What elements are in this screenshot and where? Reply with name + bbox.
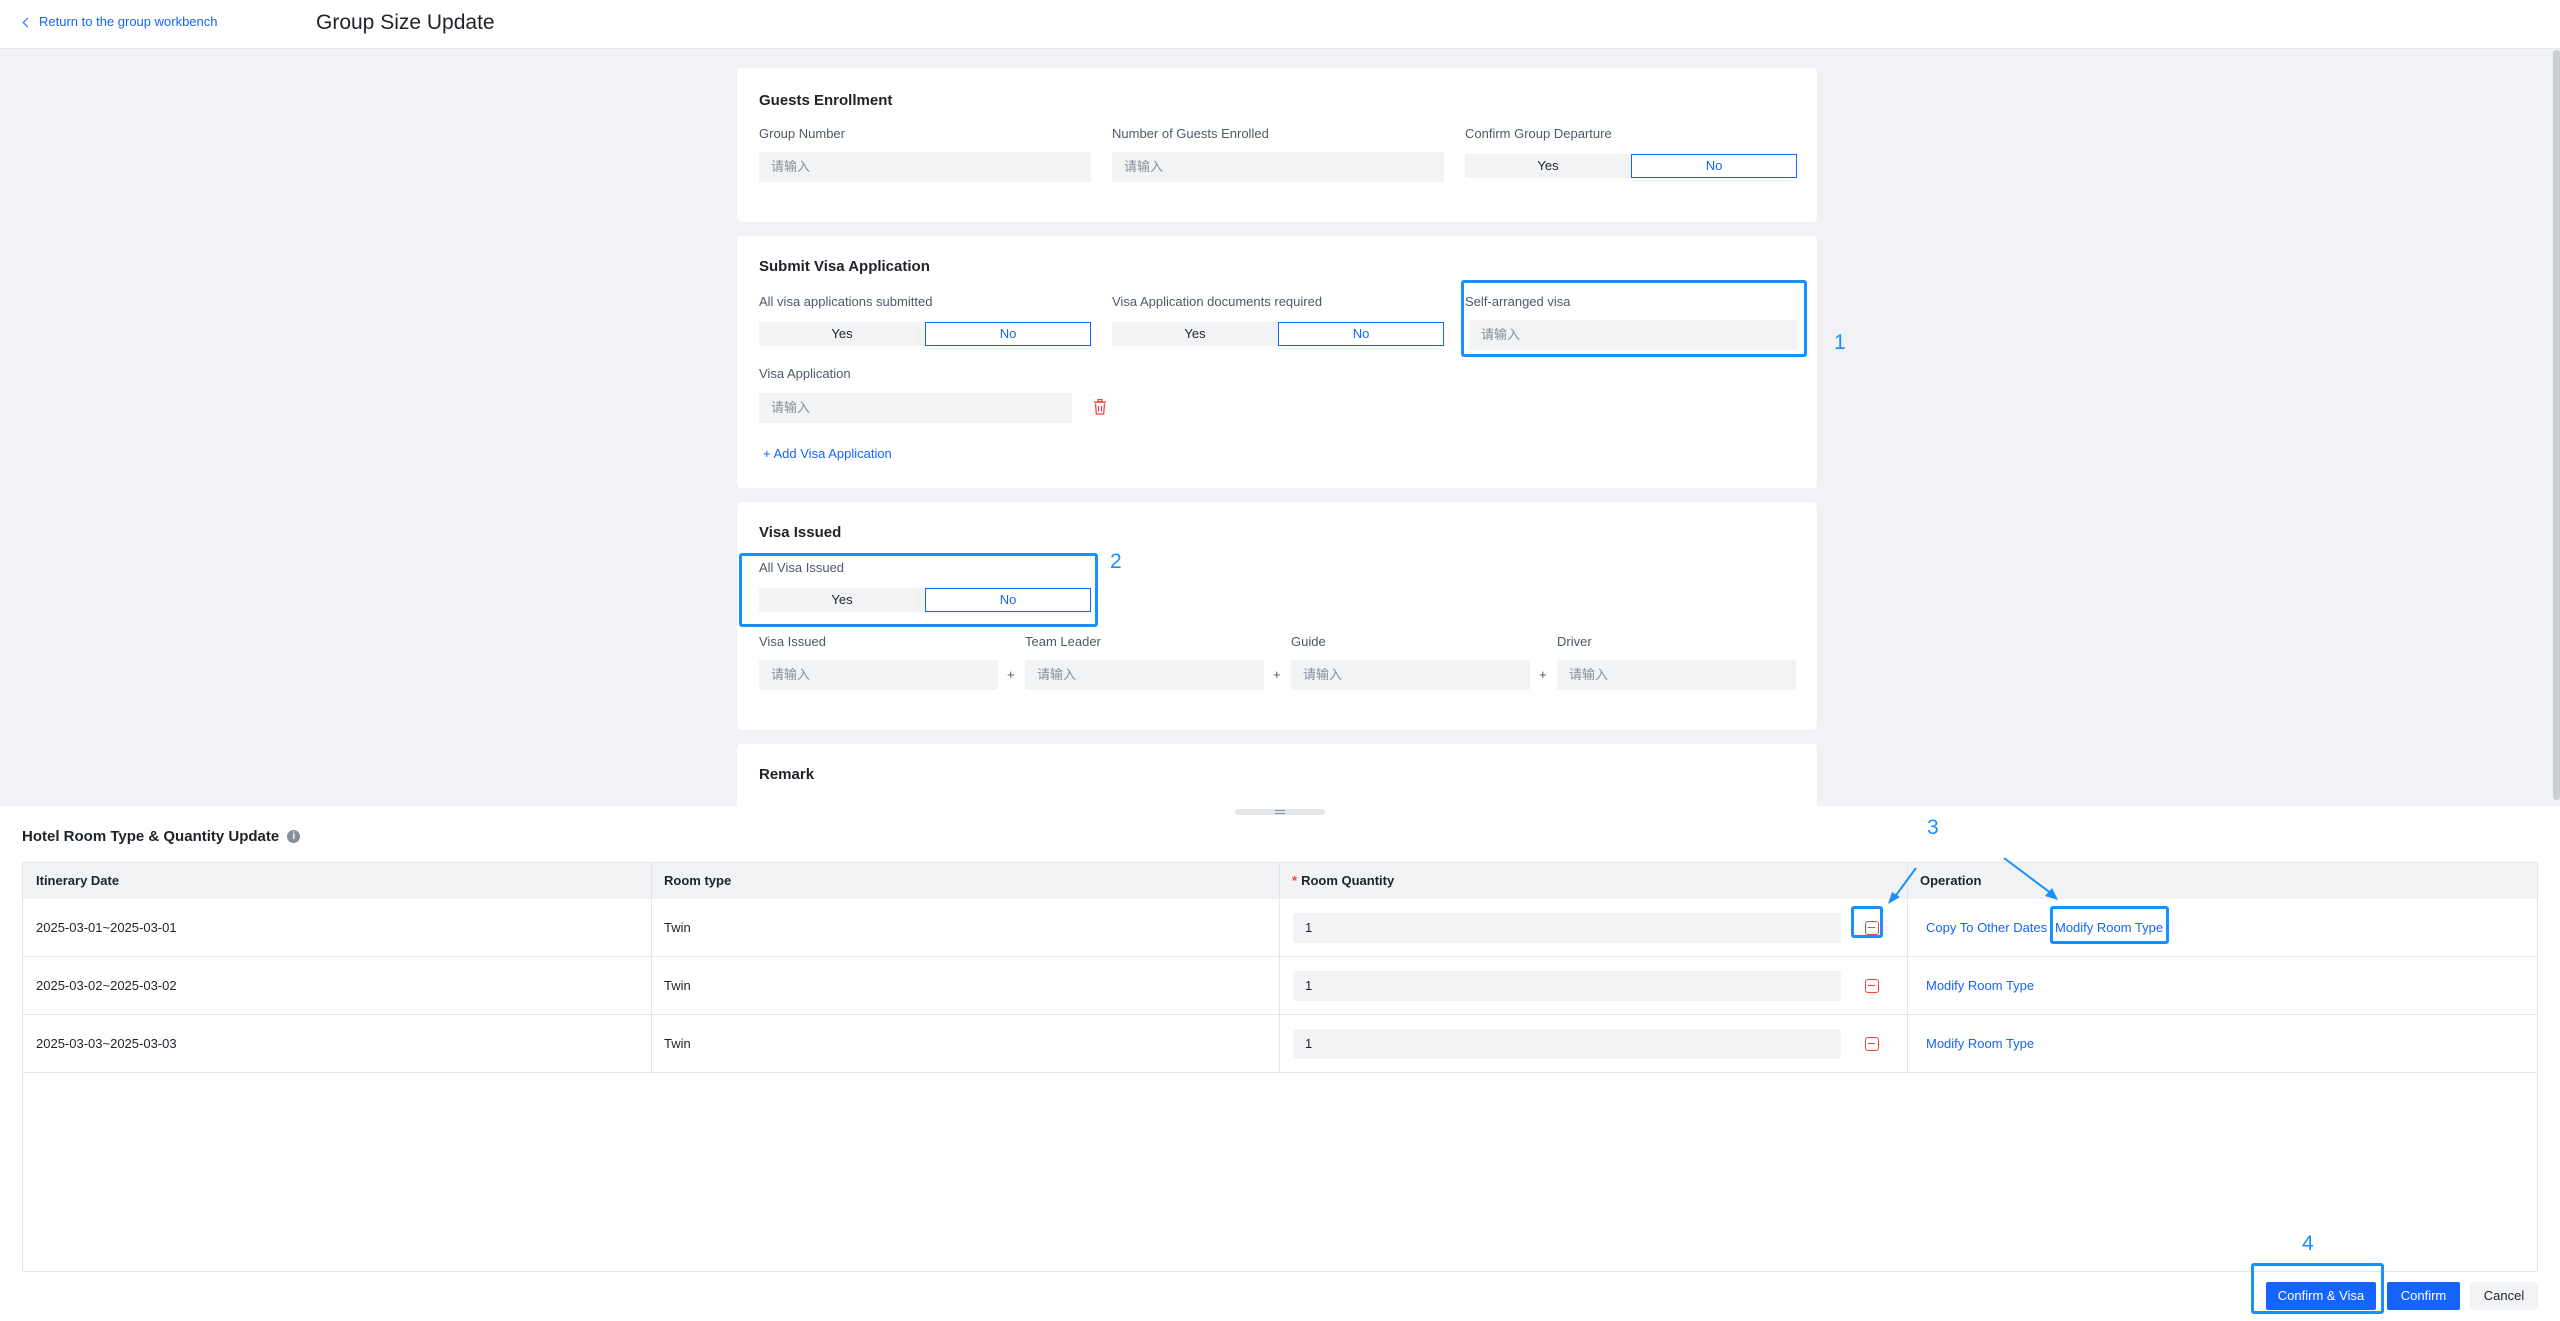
driver-input[interactable]: 请输入 (1557, 660, 1796, 690)
itinerary-date-cell: 2025-03-02~2025-03-02 (36, 978, 177, 993)
driver-label: Driver (1557, 634, 1592, 649)
remove-row-icon[interactable] (1865, 979, 1879, 993)
annotation-number-1: 1 (1834, 331, 1846, 354)
all-issued-label: All Visa Issued (759, 560, 845, 575)
room-type-cell: Twin (664, 978, 691, 993)
all-issued-no[interactable]: No (925, 588, 1091, 612)
add-visa-application-label: Add Visa Application (773, 446, 892, 461)
annotation-number-2: 2 (1110, 550, 1122, 573)
plus-separator: + (1007, 667, 1015, 682)
itinerary-date-cell: 2025-03-03~2025-03-03 (36, 1036, 177, 1051)
page-scrollbar[interactable] (2553, 50, 2560, 800)
self-arranged-label: Self-arranged visa (1465, 294, 1571, 309)
required-mark: * (1292, 873, 1298, 888)
confirm-button[interactable]: Confirm (2387, 1282, 2460, 1310)
back-link-label: Return to the group workbench (39, 14, 218, 29)
room-quantity-header-text: Room Quantity (1301, 873, 1395, 888)
back-to-workbench-link[interactable]: Return to the group workbench (22, 14, 218, 29)
visa-issued-card: Visa Issued All Visa Issued Yes No Visa … (737, 502, 1817, 730)
guests-enrollment-title: Guests Enrollment (759, 92, 893, 109)
modify-room-type-link[interactable]: Modify Room Type (2055, 899, 2163, 957)
group-number-label: Group Number (759, 126, 845, 141)
col-header-itinerary-date: Itinerary Date (36, 873, 120, 888)
confirm-departure-no[interactable]: No (1631, 154, 1797, 178)
plus-separator: + (1539, 667, 1547, 682)
confirm-departure-yes[interactable]: Yes (1465, 154, 1631, 178)
visa-issued-input[interactable]: 请输入 (759, 660, 998, 690)
remove-row-icon[interactable] (1865, 921, 1879, 935)
visa-application-title: Submit Visa Application (759, 258, 930, 275)
room-quantity-input[interactable]: 1 (1293, 913, 1841, 943)
docs-required-yes[interactable]: Yes (1112, 322, 1278, 346)
table-header: Itinerary Date Room type * Room Quantity … (23, 863, 2537, 899)
visa-application-card: Submit Visa Application All visa applica… (737, 236, 1817, 488)
visa-application-label: Visa Application (759, 366, 851, 381)
top-bar: Return to the group workbench Group Size… (0, 0, 2560, 49)
visa-issued-title: Visa Issued (759, 524, 842, 541)
docs-required-label: Visa Application documents required (1112, 294, 1323, 309)
room-quantity-input[interactable]: 1 (1293, 971, 1841, 1001)
modify-room-type-link[interactable]: Modify Room Type (1926, 1015, 2034, 1073)
team-leader-input[interactable]: 请输入 (1025, 660, 1264, 690)
annotation-number-3: 3 (1927, 816, 1939, 839)
page-title: Group Size Update (316, 11, 495, 34)
room-type-cell: Twin (664, 920, 691, 935)
hotel-update-panel: Hotel Room Type & Quantity Update i Itin… (0, 806, 2560, 1321)
self-arranged-input[interactable]: 请输入 (1469, 320, 1797, 350)
guide-label: Guide (1291, 634, 1326, 649)
all-submitted-label: All visa applications submitted (759, 294, 933, 309)
group-number-input[interactable]: 请输入 (759, 152, 1091, 182)
guide-input[interactable]: 请输入 (1291, 660, 1530, 690)
visa-issued-label: Visa Issued (759, 634, 826, 649)
modify-room-type-link[interactable]: Modify Room Type (1926, 957, 2034, 1015)
confirm-departure-label: Confirm Group Departure (1465, 126, 1612, 141)
all-issued-toggle[interactable]: Yes No (759, 588, 1091, 612)
room-quantity-input[interactable]: 1 (1293, 1029, 1841, 1059)
all-submitted-no[interactable]: No (925, 322, 1091, 346)
col-header-room-quantity: * Room Quantity (1279, 863, 1394, 899)
remove-row-icon[interactable] (1865, 1037, 1879, 1051)
grip-icon (1275, 810, 1285, 814)
guests-enrolled-input[interactable]: 请输入 (1112, 152, 1444, 182)
docs-required-toggle[interactable]: Yes No (1112, 322, 1444, 346)
chevron-left-icon (22, 17, 33, 27)
team-leader-label: Team Leader (1025, 634, 1101, 649)
remark-card: Remark (737, 744, 1817, 814)
add-visa-application-link[interactable]: + Add Visa Application (763, 446, 892, 461)
plus-icon: + (763, 446, 774, 461)
annotation-number-4: 4 (2302, 1232, 2314, 1255)
visa-application-input[interactable]: 请输入 (759, 393, 1072, 423)
guests-enrolled-label: Number of Guests Enrolled (1112, 126, 1269, 141)
all-issued-yes[interactable]: Yes (759, 588, 925, 612)
all-submitted-toggle[interactable]: Yes No (759, 322, 1091, 346)
confirm-and-visa-button[interactable]: Confirm & Visa (2266, 1282, 2376, 1310)
table-row: 2025-03-02~2025-03-02 Twin 1 Modify Room… (23, 957, 2537, 1015)
resize-handle[interactable] (1235, 809, 1325, 815)
info-icon[interactable]: i (287, 830, 301, 843)
all-submitted-yes[interactable]: Yes (759, 322, 925, 346)
cancel-button[interactable]: Cancel (2470, 1282, 2538, 1310)
itinerary-date-cell: 2025-03-01~2025-03-01 (36, 920, 177, 935)
remark-title: Remark (759, 766, 815, 783)
hotel-panel-title: Hotel Room Type & Quantity Update i (22, 828, 301, 845)
room-type-cell: Twin (664, 1036, 691, 1051)
hotel-room-table: Itinerary Date Room type * Room Quantity … (22, 862, 2538, 1272)
table-row: 2025-03-01~2025-03-01 Twin 1 Copy To Oth… (23, 899, 2537, 957)
plus-separator: + (1273, 667, 1281, 682)
table-row: 2025-03-03~2025-03-03 Twin 1 Modify Room… (23, 1015, 2537, 1073)
guests-enrollment-card: Guests Enrollment Group Number 请输入 Numbe… (737, 68, 1817, 222)
hotel-panel-title-text: Hotel Room Type & Quantity Update (22, 828, 280, 845)
confirm-departure-toggle[interactable]: Yes No (1465, 154, 1797, 178)
trash-icon[interactable] (1093, 399, 1107, 415)
docs-required-no[interactable]: No (1278, 322, 1444, 346)
annotation-arrows (1888, 857, 2058, 904)
col-header-room-type: Room type (664, 873, 732, 888)
